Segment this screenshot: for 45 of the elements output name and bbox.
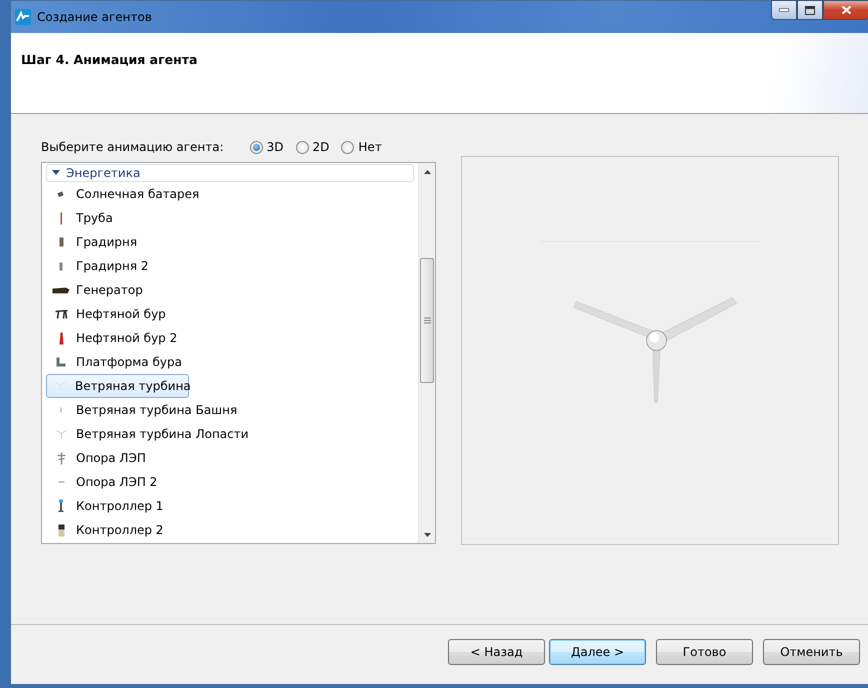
radio-option[interactable]: Нет [341, 138, 382, 156]
tree-item[interactable]: Платформа бура [46, 350, 414, 374]
tree-group[interactable]: Энергетика [46, 164, 414, 182]
minimize-icon [779, 8, 789, 12]
tree-item[interactable]: Ветряная турбина Башня [46, 398, 414, 422]
tree-item[interactable]: Солнечная батарея [46, 182, 414, 206]
tree-item[interactable]: Труба [46, 206, 414, 230]
close-icon [842, 6, 850, 14]
pipe-icon [60, 212, 62, 224]
platform-icon [56, 357, 66, 367]
wizard-button[interactable]: Готово [656, 638, 753, 664]
step-title: Шаг 4. Анимация агента [21, 51, 198, 69]
maximize-icon [805, 6, 815, 14]
controller-icon [58, 499, 64, 513]
radio-option[interactable]: 2D [296, 138, 330, 156]
tree-item[interactable]: Ветряная турбина Лопасти [46, 422, 414, 446]
tree-item[interactable]: Опора ЛЭП [46, 446, 414, 470]
tree-item[interactable]: Контроллер 2 [46, 518, 414, 542]
wizard-button[interactable]: Далее > [549, 638, 646, 664]
radio-option[interactable]: 3D [250, 138, 284, 156]
wizard-button[interactable]: Отменить [763, 638, 860, 664]
animation-label: Выберите анимацию агента: [41, 139, 224, 156]
generator-icon [52, 286, 70, 294]
minimize-button[interactable] [771, 0, 797, 20]
tree-item[interactable]: Градирня 2 [46, 254, 414, 278]
window-title: Создание агентов [37, 9, 152, 26]
tree-item[interactable]: Опора ЛЭП 2 [46, 470, 414, 494]
panel-icon [57, 190, 65, 198]
tree-item[interactable]: Градирня [46, 230, 414, 254]
wizard-button[interactable]: < Назад [448, 638, 545, 664]
expand-caret-icon [52, 170, 60, 176]
drill-icon [54, 310, 68, 318]
scrollbar-thumb[interactable] [420, 258, 434, 383]
tree-item[interactable]: Контроллер 1 [46, 494, 414, 518]
controller-icon [58, 524, 64, 536]
drill-icon [58, 332, 64, 344]
tower-icon [58, 237, 64, 247]
close-button[interactable] [823, 0, 868, 20]
tree-item[interactable]: Нефтяной бур 2 [46, 326, 414, 350]
tree-item[interactable]: Генератор [46, 278, 414, 302]
maximize-button[interactable] [797, 0, 823, 20]
tower-icon [59, 262, 63, 270]
app-logo-icon [15, 9, 31, 25]
tree-item[interactable]: Ветряная турбина [46, 374, 189, 398]
tree-item[interactable]: Нефтяной бур [46, 302, 414, 326]
